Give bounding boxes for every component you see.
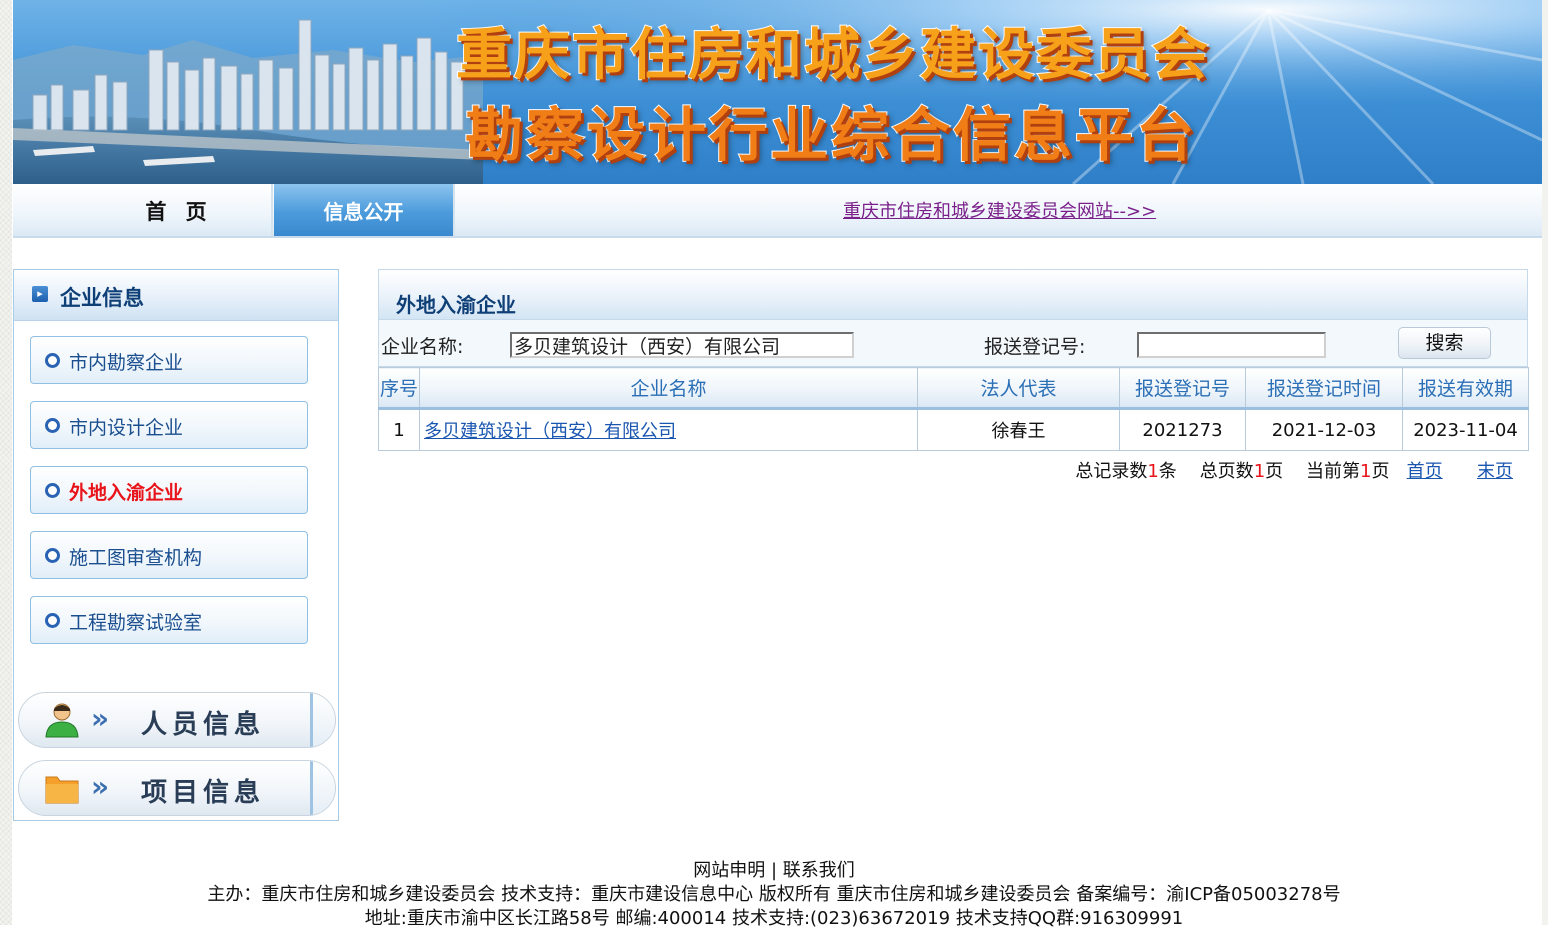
circle-bullet-icon: [45, 548, 60, 563]
sidebar-item-label: 市内勘察企业: [69, 352, 184, 374]
arrow-square-icon: ▸: [32, 286, 48, 302]
circle-bullet-icon: [45, 483, 60, 498]
sidebar-item-label: 工程勘察试验室: [69, 612, 203, 634]
footer-sponsor-line: 主办：重庆市住房和城乡建设委员会 技术支持：重庆市建设信息中心 版权所有 重庆市…: [207, 884, 1341, 905]
total-records-count: 1: [1147, 461, 1159, 482]
last-page-link[interactable]: 末页: [1477, 461, 1513, 482]
nav-divider: [453, 184, 455, 236]
page-left-edge: [0, 0, 12, 925]
panel-title: 外地入渝企业: [396, 293, 516, 317]
nav-commission-site-link[interactable]: 重庆市住房和城乡建设委员会网站-->>: [843, 184, 1156, 236]
panel-header: 外地入渝企业: [378, 269, 1528, 319]
page-footer: 网站申明 | 联系我们 主办：重庆市住房和城乡建设委员会 技术支持：重庆市建设信…: [0, 859, 1548, 931]
personnel-info-label: 人员信息: [141, 710, 266, 740]
nav-info-public[interactable]: 信息公开: [274, 184, 453, 236]
sidebar: ▸ 企业信息 市内勘察企业 市内设计企业 外地入渝企业 施工图审查机构 工程勘察…: [13, 269, 339, 821]
banner-title-line2: 勘察设计行业综合信息平台: [464, 100, 1198, 170]
footer-links[interactable]: 网站申明 | 联系我们: [0, 859, 1548, 883]
enterprise-list-panel: 外地入渝企业 企业名称: 报送登记号: 搜索 序号 企业名称 法人代表 报送登记…: [378, 269, 1529, 482]
table-header-row: 序号 企业名称 法人代表 报送登记号 报送登记时间 报送有效期: [378, 367, 1529, 410]
total-records-prefix: 总记录数: [1075, 461, 1148, 482]
sidebar-item-local-survey[interactable]: 市内勘察企业: [30, 336, 308, 384]
search-button[interactable]: 搜索: [1398, 327, 1491, 359]
project-info-button[interactable]: » 项目信息: [18, 760, 336, 816]
nav-divider: [271, 184, 273, 236]
first-page-link[interactable]: 首页: [1407, 461, 1443, 482]
folder-icon: [45, 776, 79, 804]
enterprise-table: 序号 企业名称 法人代表 报送登记号 报送登记时间 报送有效期 1 多贝建筑设计…: [378, 367, 1529, 451]
current-page-prefix: 当前第: [1306, 461, 1361, 482]
person-icon: [45, 703, 79, 738]
current-page-number: 1: [1360, 461, 1372, 482]
cell-enterprise-name: 多贝建筑设计（西安）有限公司: [419, 408, 918, 451]
circle-bullet-icon: [45, 613, 60, 628]
total-pages-count: 1: [1253, 461, 1266, 482]
cell-index: 1: [378, 408, 420, 451]
registration-number-label: 报送登记号:: [984, 336, 1086, 358]
pill-end-cap: [310, 693, 335, 747]
registration-number-input[interactable]: [1137, 332, 1326, 358]
column-header-reg-number: 报送登记号: [1119, 367, 1246, 410]
column-header-index: 序号: [378, 367, 420, 410]
circle-bullet-icon: [45, 353, 60, 368]
table-row: 1 多贝建筑设计（西安）有限公司 徐春王 2021273 2021-12-03 …: [378, 408, 1529, 451]
circle-bullet-icon: [45, 418, 60, 433]
enterprise-name-label: 企业名称:: [381, 336, 464, 358]
personnel-info-button[interactable]: » 人员信息: [18, 692, 336, 748]
sidebar-item-label: 施工图审查机构: [69, 547, 203, 569]
column-header-reg-time: 报送登记时间: [1245, 367, 1403, 410]
banner-title-line1: 重庆市住房和城乡建设委员会: [455, 22, 1210, 89]
cell-validity: 2023-11-04: [1402, 408, 1529, 451]
sidebar-item-drawing-review[interactable]: 施工图审查机构: [30, 531, 308, 579]
double-chevron-icon: »: [91, 770, 109, 803]
page-right-edge: [1542, 0, 1548, 925]
enterprise-name-input[interactable]: [510, 332, 854, 358]
sidebar-item-local-design[interactable]: 市内设计企业: [30, 401, 308, 449]
sidebar-item-external-enterprises[interactable]: 外地入渝企业: [30, 466, 308, 514]
pagination: 总记录数1条 总页数1页 当前第1页 首页 末页: [378, 457, 1513, 483]
sidebar-item-label: 市内设计企业: [69, 417, 184, 439]
cell-reg-time: 2021-12-03: [1245, 408, 1403, 451]
column-header-name: 企业名称: [419, 367, 918, 410]
column-header-legal-rep: 法人代表: [917, 367, 1120, 410]
top-nav: 首 页 信息公开 重庆市住房和城乡建设委员会网站-->>: [13, 184, 1542, 238]
total-records-suffix: 条: [1158, 461, 1177, 482]
site-banner: 重庆市住房和城乡建设委员会 勘察设计行业综合信息平台: [13, 0, 1542, 184]
total-pages-prefix: 总页数: [1199, 461, 1254, 482]
cell-reg-number: 2021273: [1119, 408, 1246, 451]
cell-legal-rep: 徐春王: [917, 408, 1120, 451]
double-chevron-icon: »: [91, 702, 109, 735]
footer-address-line: 地址:重庆市渝中区长江路58号 邮编:400014 技术支持:(023)6367…: [364, 908, 1184, 929]
project-info-label: 项目信息: [141, 778, 266, 808]
search-form: 企业名称: 报送登记号: 搜索: [378, 319, 1528, 367]
enterprise-name-link[interactable]: 多贝建筑设计（西安）有限公司: [424, 421, 676, 442]
total-pages-suffix: 页: [1265, 461, 1284, 482]
sidebar-item-survey-lab[interactable]: 工程勘察试验室: [30, 596, 308, 644]
nav-home[interactable]: 首 页: [13, 184, 271, 236]
pill-end-cap: [310, 761, 335, 815]
current-page-suffix: 页: [1371, 461, 1390, 482]
sidebar-title: 企业信息: [60, 286, 144, 310]
column-header-validity: 报送有效期: [1402, 367, 1529, 410]
sidebar-header: ▸ 企业信息: [14, 270, 338, 321]
sidebar-item-label: 外地入渝企业: [69, 482, 184, 504]
